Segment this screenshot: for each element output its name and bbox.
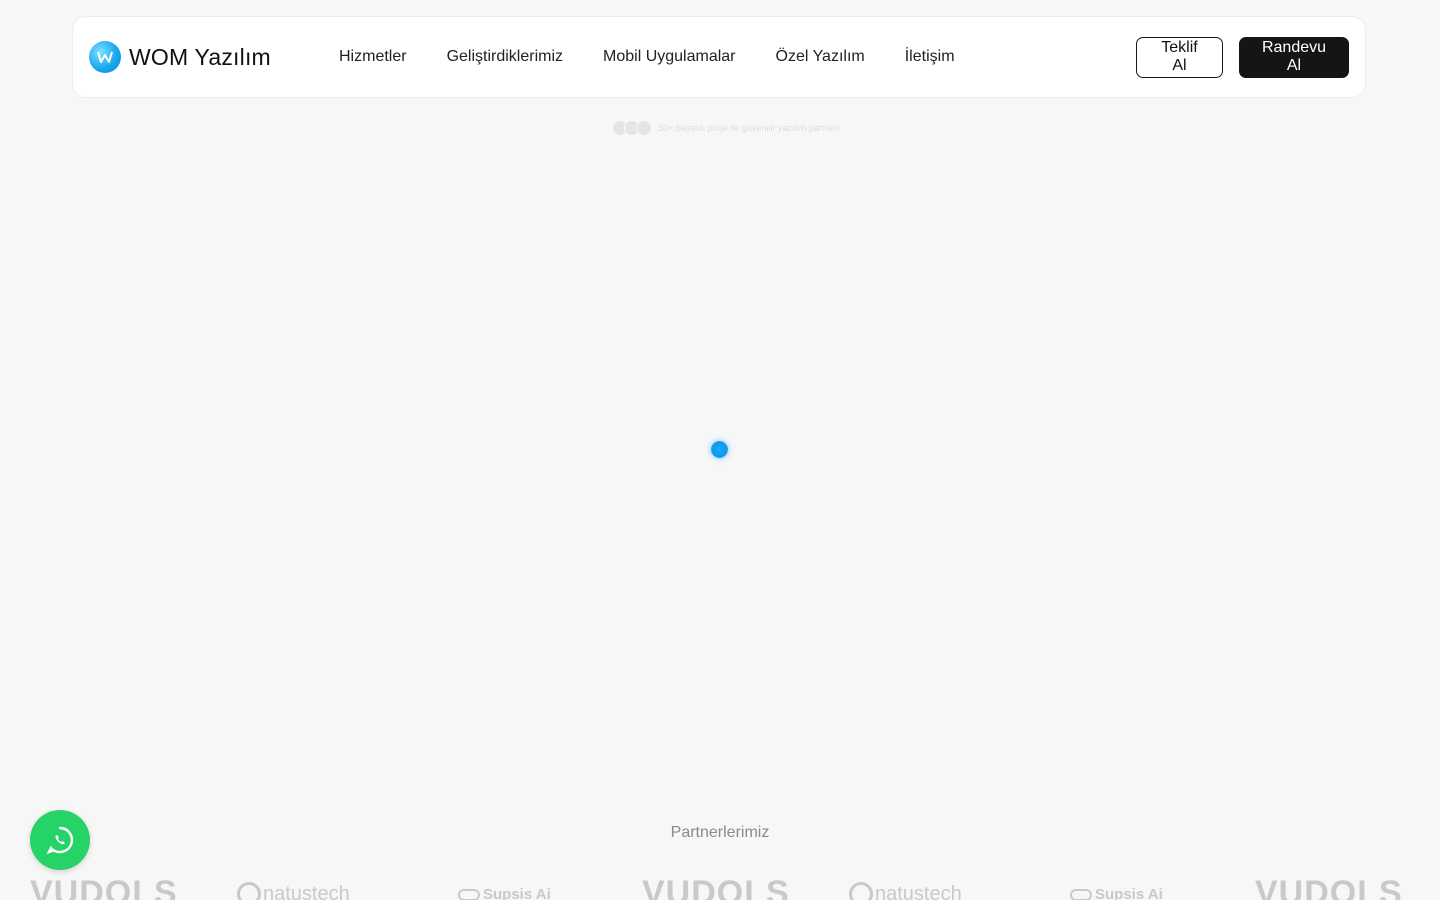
partner-logo-text: natustech [875, 882, 962, 900]
nav-item-gelistirdiklerimiz[interactable]: Geliştirdiklerimiz [447, 48, 563, 66]
partner-logo-text: natustech [263, 882, 350, 900]
partners-carousel: VUDOLS natustech Supsis Ai VUDOLS natust… [0, 878, 1440, 900]
partner-logo-vudols: VUDOLS [1255, 878, 1403, 900]
nav-item-mobil-uygulamalar[interactable]: Mobil Uygulamalar [603, 48, 736, 66]
brand[interactable]: WOM Yazılım [89, 41, 323, 73]
natustech-logo-icon [849, 882, 873, 900]
get-quote-button[interactable]: Teklif Al [1136, 36, 1223, 78]
partner-logo-natustech: natustech [849, 882, 962, 900]
site-header: WOM Yazılım Hizmetler Geliştirdiklerimiz… [72, 16, 1366, 98]
partner-logo-text: VUDOLS [1255, 878, 1403, 900]
hero-tagline: 50+ başarılı proje ile güvenilir yazılım… [612, 120, 839, 136]
tagline-text: 50+ başarılı proje ile güvenilir yazılım… [658, 123, 840, 133]
partner-logo-text: VUDOLS [30, 878, 178, 900]
brand-name: WOM Yazılım [129, 43, 271, 70]
partner-logo-text: Supsis Ai [483, 886, 551, 900]
supsis-logo-icon [1070, 888, 1092, 900]
partner-logo-natustech: natustech [237, 882, 350, 900]
loading-spinner [711, 441, 728, 458]
partners-title: Partnerlerimiz [670, 824, 770, 841]
partner-logo-vudols: VUDOLS [30, 878, 178, 900]
partner-logo-supsis: Supsis Ai [458, 886, 551, 900]
whatsapp-button[interactable] [30, 810, 90, 870]
nav-item-hizmetler[interactable]: Hizmetler [339, 48, 407, 66]
nav-item-ozel-yazilim[interactable]: Özel Yazılım [776, 48, 865, 66]
book-appointment-button[interactable]: Randevu Al [1239, 36, 1349, 78]
supsis-logo-icon [458, 888, 480, 900]
avatar [636, 120, 652, 136]
avatar-group [612, 120, 652, 136]
header-actions: Teklif Al Randevu Al [1136, 36, 1349, 78]
partner-logo-text: VUDOLS [642, 878, 790, 900]
nav-item-iletisim[interactable]: İletişim [905, 48, 955, 66]
whatsapp-icon [46, 826, 74, 855]
partner-logo-text: Supsis Ai [1095, 886, 1163, 900]
main-nav: Hizmetler Geliştirdiklerimiz Mobil Uygul… [339, 48, 955, 66]
natustech-logo-icon [237, 882, 261, 900]
partner-logo-vudols: VUDOLS [642, 878, 790, 900]
partner-logo-supsis: Supsis Ai [1070, 886, 1163, 900]
wom-logo-icon [89, 41, 121, 73]
